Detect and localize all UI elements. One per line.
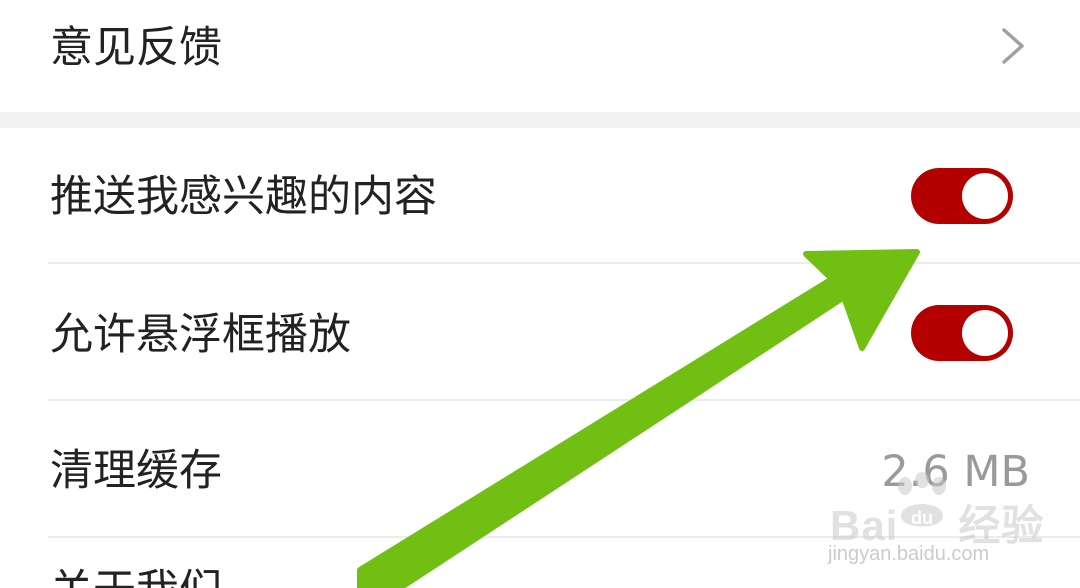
toggle-knob <box>962 173 1008 219</box>
settings-row-floating-play[interactable]: 允许悬浮框播放 <box>0 264 1080 400</box>
toggle-knob <box>962 310 1008 356</box>
push-interest-label: 推送我感兴趣的内容 <box>50 172 437 222</box>
floating-play-toggle[interactable] <box>911 305 1013 361</box>
watermark-url: jingyan.baidu.com <box>828 543 990 565</box>
feedback-label: 意见反馈 <box>50 23 222 73</box>
clear-cache-label: 清理缓存 <box>50 446 222 496</box>
push-interest-toggle[interactable] <box>911 168 1013 224</box>
svg-text:du: du <box>911 508 933 528</box>
baidu-paw-icon: du <box>898 472 946 528</box>
section-gap <box>0 112 1080 128</box>
floating-play-label: 允许悬浮框播放 <box>50 310 351 360</box>
chevron-right-icon <box>1002 28 1024 64</box>
settings-row-push-interest[interactable]: 推送我感兴趣的内容 <box>0 128 1080 263</box>
next-item-label: 关于我们 <box>50 570 222 588</box>
settings-row-feedback[interactable]: 意见反馈 <box>0 0 1080 112</box>
